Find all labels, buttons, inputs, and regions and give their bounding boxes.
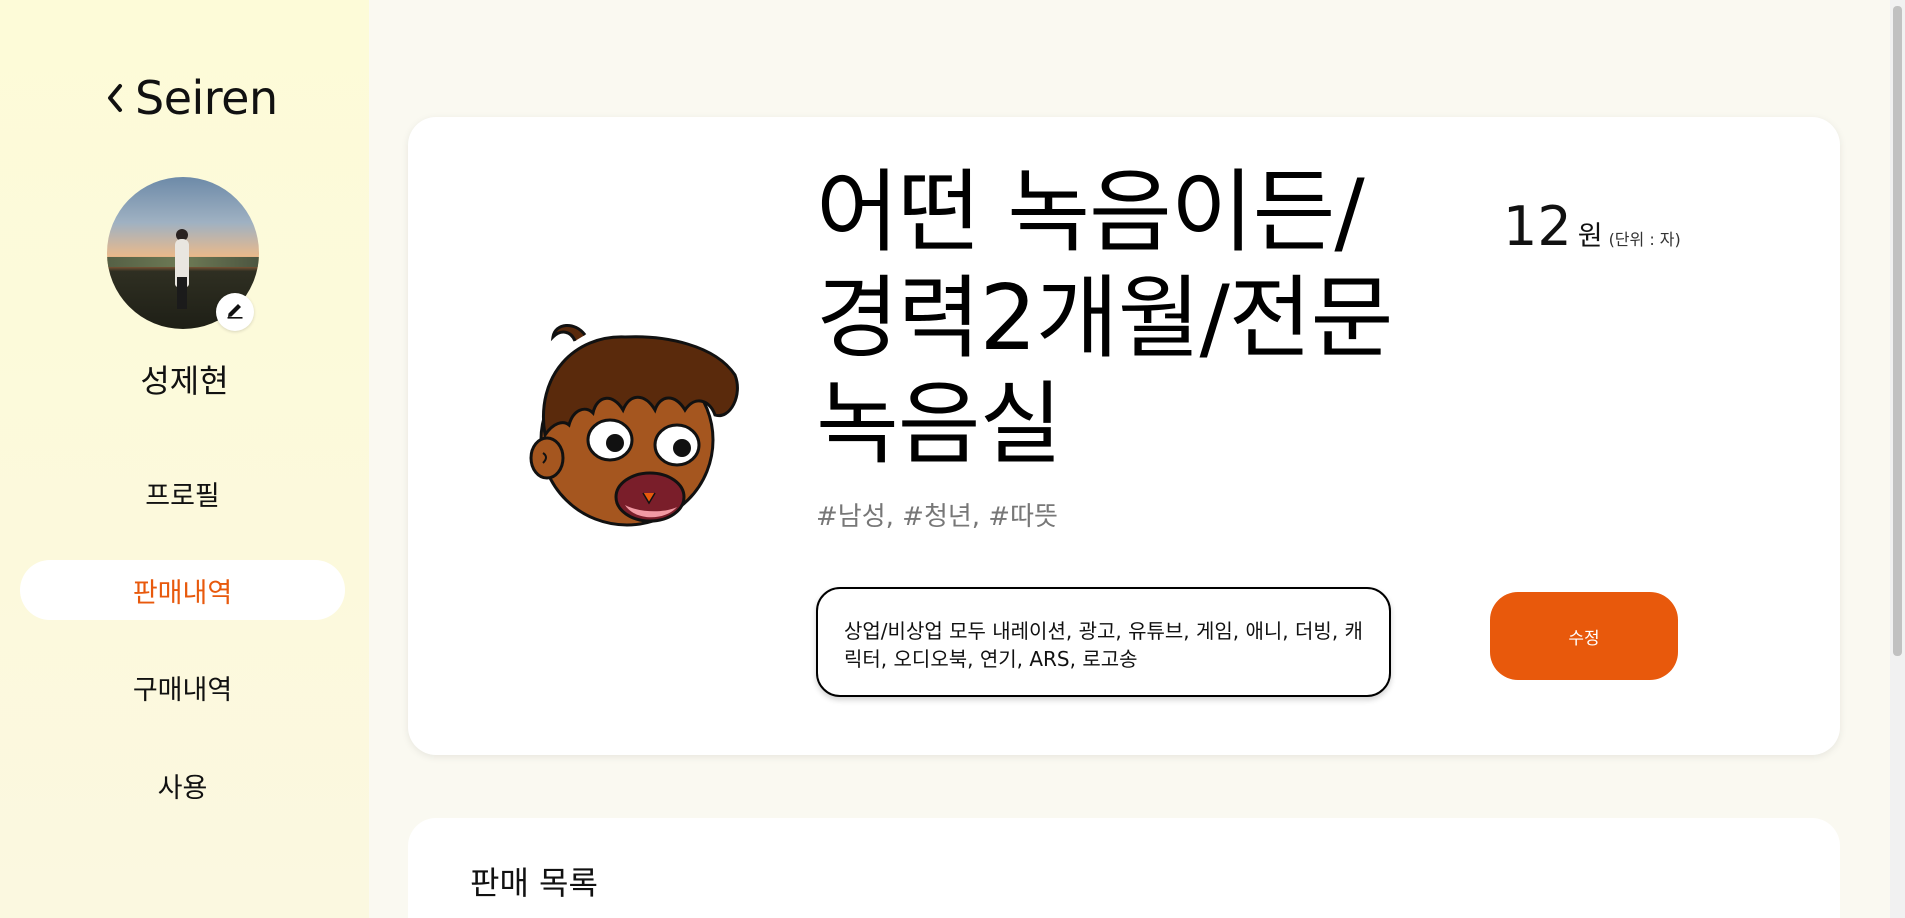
edit-button[interactable]: 수정	[1490, 592, 1678, 680]
price-value: 12	[1503, 195, 1572, 258]
product-tags: #남성, #청년, #따뜻	[816, 502, 1058, 532]
price-note: (단위 : 자)	[1608, 230, 1681, 249]
scrollbar-thumb[interactable]	[1893, 6, 1902, 656]
sales-list-title: 판매 목록	[470, 864, 598, 902]
pencil-icon	[225, 300, 245, 324]
profile-avatar-wrap	[107, 177, 259, 331]
sidebar-item-purchase-history[interactable]: 구매내역	[20, 657, 345, 717]
product-title: 어떤 녹음이든/경력2개월/전문녹음실	[816, 160, 1393, 477]
sidebar-item-profile[interactable]: 프로필	[20, 463, 345, 523]
chevron-left-icon	[105, 78, 127, 118]
brand-name: Seiren	[135, 71, 278, 125]
price-unit: 원	[1577, 221, 1603, 252]
edit-avatar-button[interactable]	[216, 293, 254, 331]
username: 성제현	[140, 362, 229, 400]
price: 12 원 (단위 : 자)	[1503, 195, 1681, 258]
product-description: 상업/비상업 모두 내레이션, 광고, 유튜브, 게임, 애니, 더빙, 캐릭터…	[816, 587, 1391, 697]
sidebar: Seiren 성제현 프로필 판매내역 구매내역 사용	[0, 0, 369, 918]
back-to-home[interactable]: Seiren	[105, 70, 278, 126]
sidebar-item-sales-history[interactable]: 판매내역	[20, 560, 345, 620]
sales-list-card	[408, 818, 1840, 918]
voice-character-illustration	[515, 315, 745, 535]
sidebar-item-usage[interactable]: 사용	[20, 755, 345, 815]
